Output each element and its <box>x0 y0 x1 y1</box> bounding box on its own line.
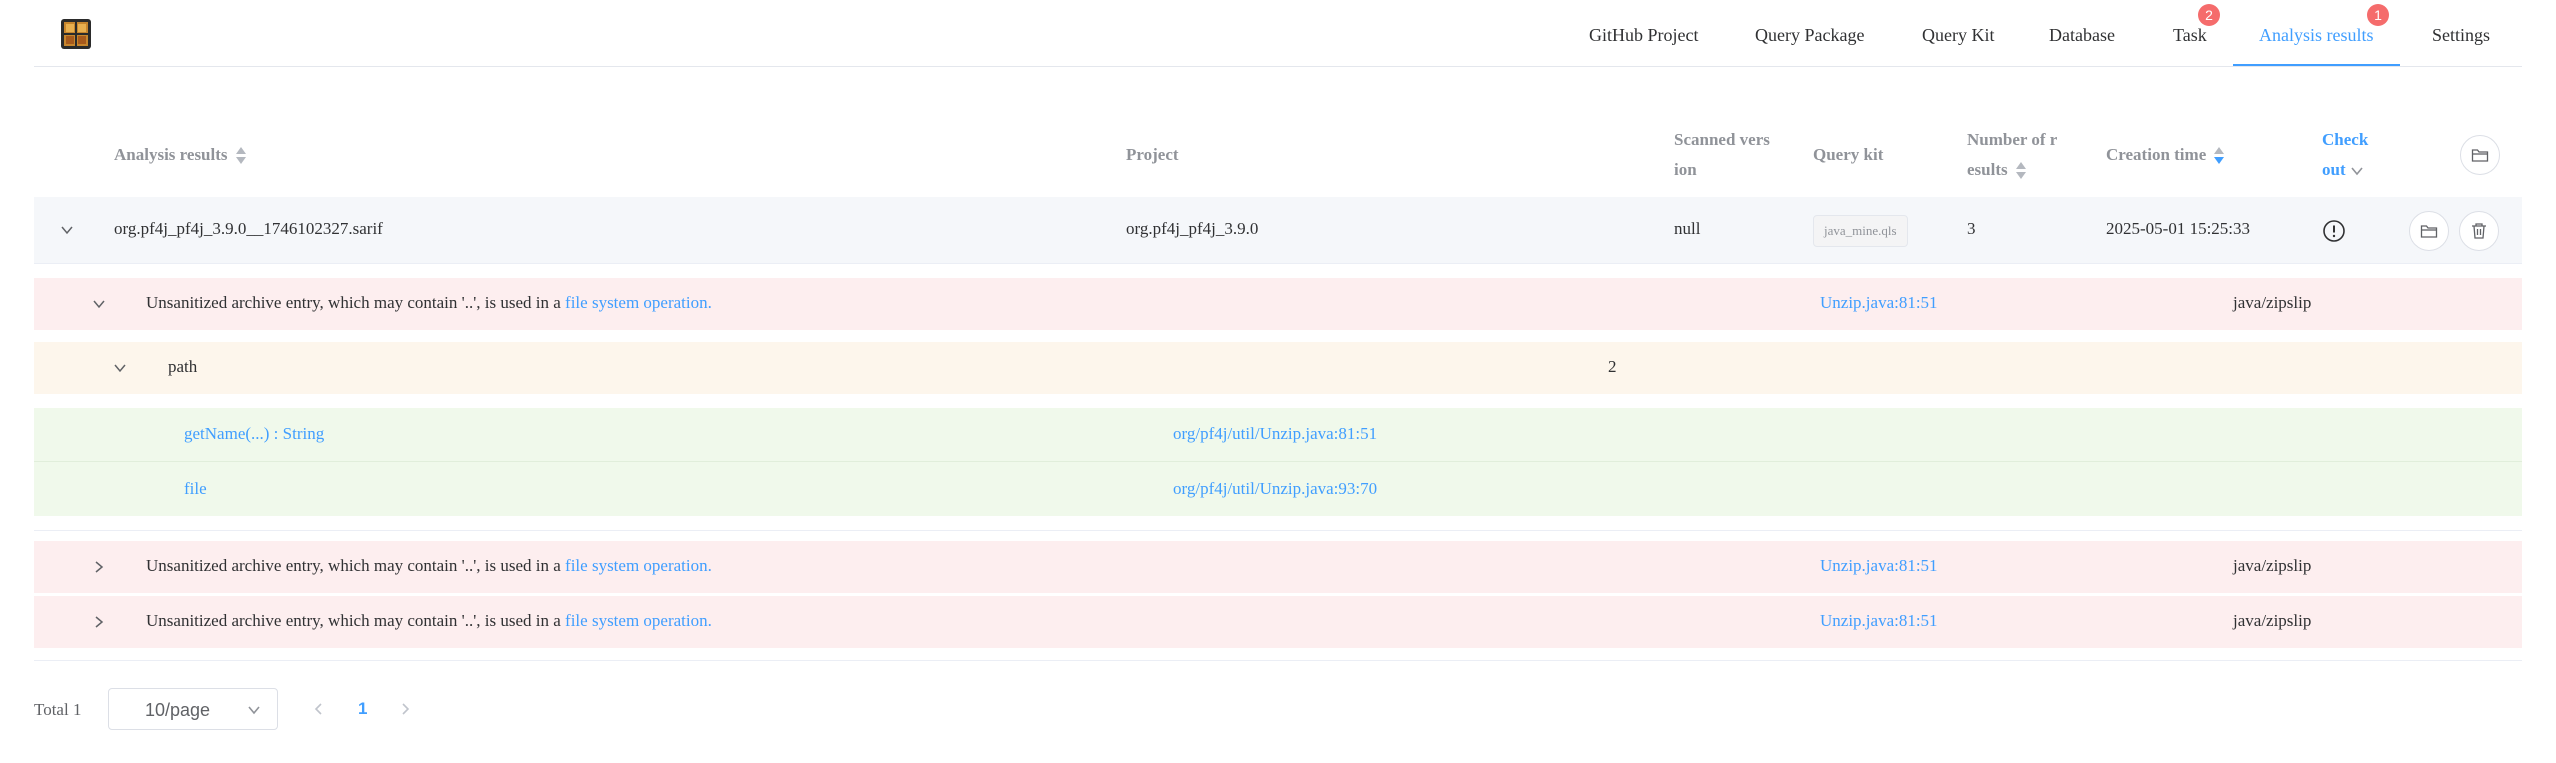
col-project: Project <box>1126 145 1179 164</box>
expand-chevron-icon[interactable] <box>90 558 108 576</box>
path-step-location-link[interactable]: org/pf4j/util/Unzip.java:81:51 <box>1173 424 1377 444</box>
alert-location-link[interactable]: Unzip.java:81:51 <box>1820 611 1938 631</box>
query-kit-tag: java_mine.qls <box>1813 215 1908 247</box>
top-navbar: GitHub Project Query Package Query Kit D… <box>34 0 2522 67</box>
divider <box>34 530 2522 531</box>
col-query-kit: Query kit <box>1813 145 1884 164</box>
path-step-location-link[interactable]: org/pf4j/util/Unzip.java:93:70 <box>1173 479 1377 499</box>
delete-row-button[interactable] <box>2459 211 2499 251</box>
nav-query-package[interactable]: Query Package <box>1755 0 1864 66</box>
alert-message: Unsanitized archive entry, which may con… <box>146 611 712 631</box>
sort-icon[interactable] <box>234 145 248 167</box>
analysis-result-filename: org.pf4j_pf4j_3.9.0__1746102327.sarif <box>114 219 383 238</box>
alert-sink-link[interactable]: file system operation <box>565 611 708 630</box>
alert-rule-id: java/zipslip <box>2233 293 2312 312</box>
info-alert-icon[interactable] <box>2322 219 2346 243</box>
task-count-badge: 2 <box>2198 4 2220 26</box>
col-scanned-version: Scanned vers ion <box>1674 125 1770 185</box>
collapse-chevron-icon[interactable] <box>111 359 129 377</box>
chevron-down-icon <box>2351 167 2363 176</box>
trash-icon <box>2472 223 2486 239</box>
col-num-results[interactable]: Number of r esults <box>1967 125 2057 185</box>
open-folder-row-button[interactable] <box>2409 211 2449 251</box>
col-num-results-line2: esults <box>1967 160 2008 179</box>
current-page-number[interactable]: 1 <box>358 699 367 719</box>
path-label: path <box>168 357 198 376</box>
project-name: org.pf4j_pf4j_3.9.0 <box>1126 219 1259 238</box>
col-creation-time-label: Creation time <box>2106 145 2207 164</box>
folder-icon <box>2471 149 2489 162</box>
path-step-count: 2 <box>1608 357 1617 376</box>
path-row[interactable]: path 2 <box>34 342 2522 394</box>
collapse-chevron-icon[interactable] <box>58 221 76 239</box>
col-num-results-line1: Number of r <box>1967 130 2058 149</box>
alert-location-link[interactable]: Unzip.java:81:51 <box>1820 293 1938 313</box>
sort-desc-icon[interactable] <box>2212 145 2226 167</box>
creation-time-value: 2025-05-01 15:25:33 <box>2106 219 2251 238</box>
alert-message-text: Unsanitized archive entry, which may con… <box>146 611 566 630</box>
folder-icon <box>2420 225 2438 238</box>
col-creation-time[interactable]: Creation time <box>2106 140 2226 170</box>
nav-github-project[interactable]: GitHub Project <box>1589 0 1699 66</box>
col-check-out[interactable]: Check out <box>2322 125 2368 185</box>
path-step-name-link[interactable]: getName(...) : String <box>184 424 324 444</box>
collapse-chevron-icon[interactable] <box>90 295 108 313</box>
alert-message-suffix: . <box>707 556 712 575</box>
open-folder-button[interactable] <box>2460 135 2500 175</box>
alert-message-text: Unsanitized archive entry, which may con… <box>146 293 566 312</box>
pagination-total: Total 1 <box>34 700 82 719</box>
table-row[interactable]: org.pf4j_pf4j_3.9.0__1746102327.sarif or… <box>34 197 2522 264</box>
nav-query-kit[interactable]: Query Kit <box>1922 0 1994 66</box>
alert-rule-id: java/zipslip <box>2233 556 2312 575</box>
scanned-version-value: null <box>1674 219 1701 238</box>
col-analysis-results[interactable]: Analysis results <box>114 140 248 170</box>
divider <box>34 660 2522 661</box>
alert-message-text: Unsanitized archive entry, which may con… <box>146 556 566 575</box>
alert-message: Unsanitized archive entry, which may con… <box>146 293 712 313</box>
alert-message-suffix: . <box>707 611 712 630</box>
sort-icon[interactable] <box>2014 160 2028 182</box>
expand-chevron-icon[interactable] <box>90 613 108 631</box>
alert-row[interactable]: Unsanitized archive entry, which may con… <box>34 541 2522 593</box>
alert-row[interactable]: Unsanitized archive entry, which may con… <box>34 596 2522 648</box>
col-check-out-line1: Check <box>2322 130 2369 149</box>
col-check-out-line2: out <box>2322 160 2346 179</box>
alert-message: Unsanitized archive entry, which may con… <box>146 556 712 576</box>
nav-database[interactable]: Database <box>2049 0 2115 66</box>
alert-row[interactable]: Unsanitized archive entry, which may con… <box>34 278 2522 330</box>
alert-sink-link[interactable]: file system operation <box>565 556 708 575</box>
alert-sink-link[interactable]: file system operation <box>565 293 708 312</box>
num-results-value: 3 <box>1967 219 1976 238</box>
page-size-select[interactable]: 10/page <box>108 688 278 730</box>
path-step-row[interactable]: file org/pf4j/util/Unzip.java:93:70 <box>34 462 2522 516</box>
chevron-down-icon <box>248 706 260 715</box>
col-analysis-results-label: Analysis results <box>114 145 228 164</box>
alert-location-link[interactable]: Unzip.java:81:51 <box>1820 556 1938 576</box>
page-size-value: 10/page <box>145 700 211 720</box>
next-page-icon[interactable] <box>398 702 412 716</box>
alert-message-suffix: . <box>707 293 712 312</box>
nav-settings[interactable]: Settings <box>2432 0 2490 66</box>
path-step-row[interactable]: getName(...) : String org/pf4j/util/Unzi… <box>34 408 2522 462</box>
col-scanned-version-line2: ion <box>1674 160 1697 179</box>
alert-rule-id: java/zipslip <box>2233 611 2312 630</box>
col-scanned-version-line1: Scanned vers <box>1674 130 1770 149</box>
prev-page-icon[interactable] <box>312 702 326 716</box>
analysis-count-badge: 1 <box>2367 4 2389 26</box>
app-logo-icon[interactable] <box>60 18 92 50</box>
path-step-name-link[interactable]: file <box>184 479 207 499</box>
